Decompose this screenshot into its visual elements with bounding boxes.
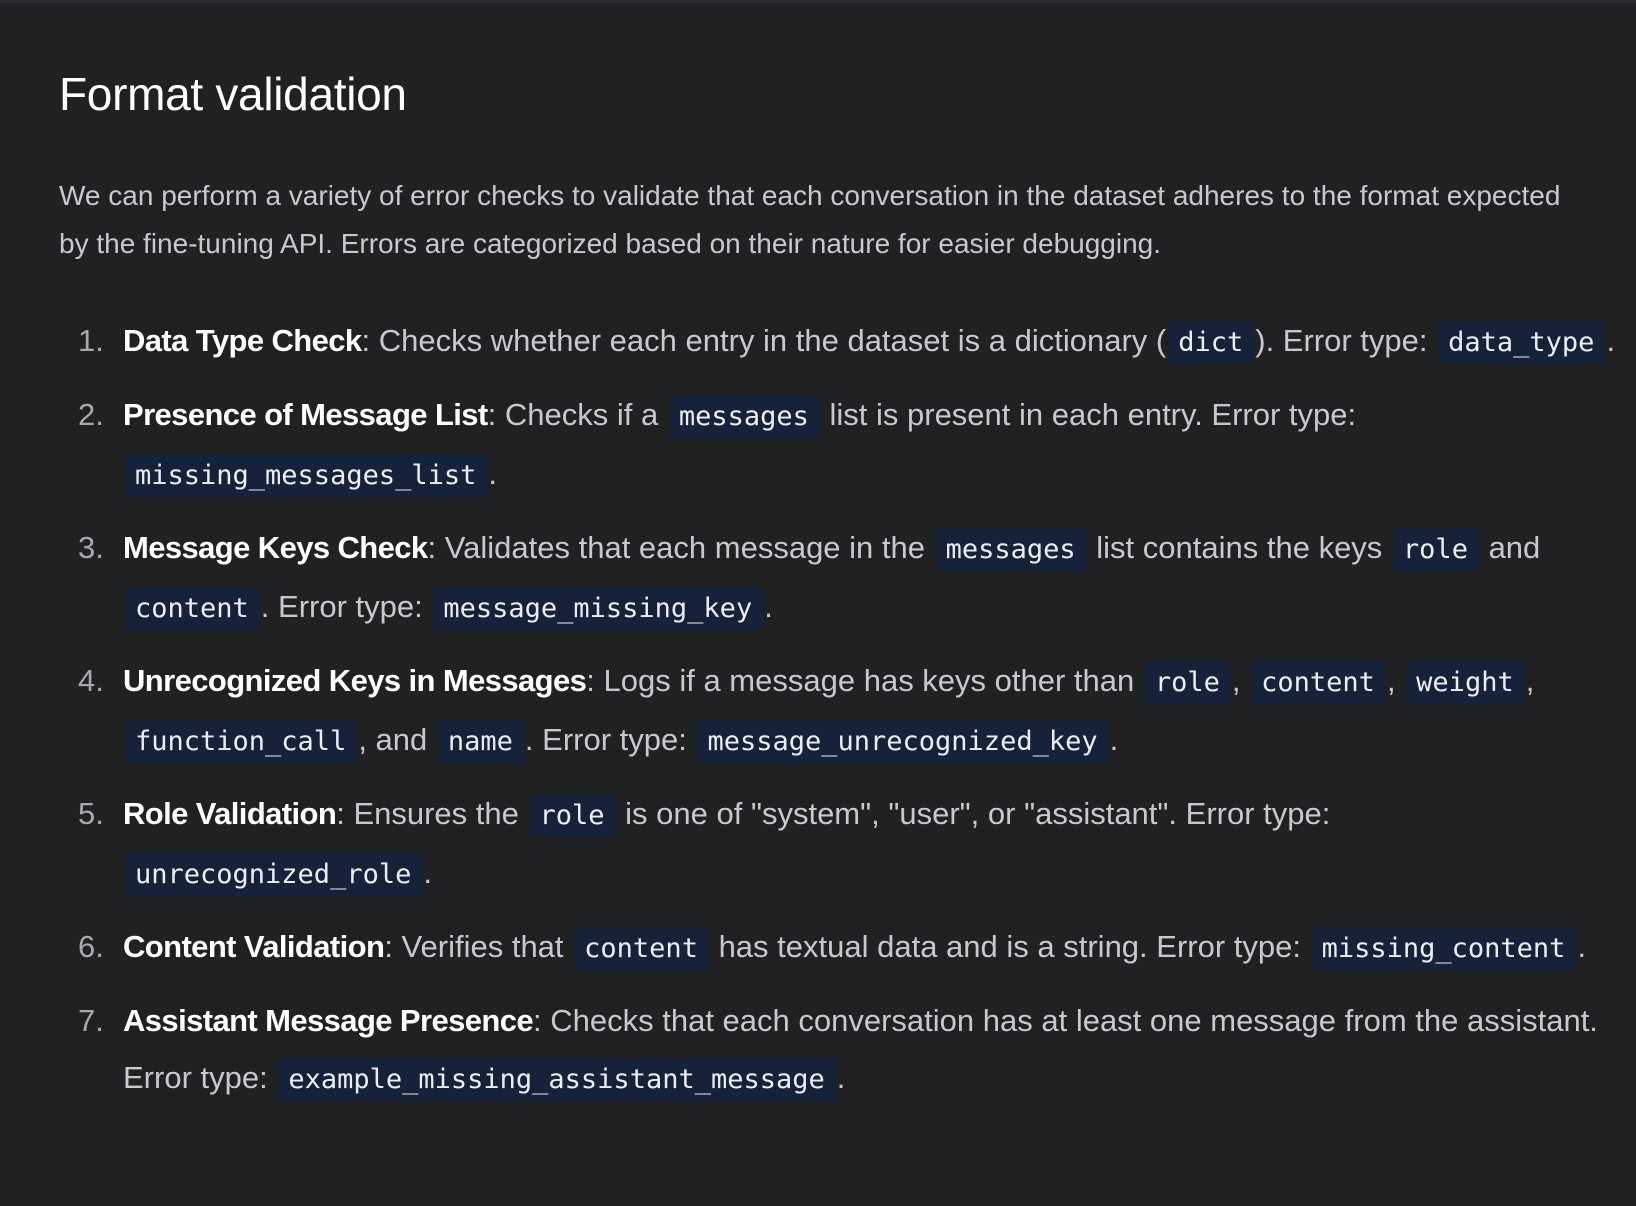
list-number: 4.	[78, 663, 104, 698]
page-title: Format validation	[59, 68, 407, 120]
text: .	[1606, 323, 1616, 358]
check-name: Data Type Check	[123, 323, 362, 358]
list-item: 2. Presence of Message List: Checks if a…	[59, 386, 1623, 504]
list-number: 3.	[78, 530, 104, 565]
list-number: 7.	[78, 1003, 104, 1038]
text: ,	[1231, 663, 1250, 698]
text: .	[1109, 722, 1119, 757]
inline-code: content	[125, 587, 259, 630]
list-number: 5.	[78, 796, 104, 831]
text: : Verifies that	[384, 929, 573, 964]
text: : Validates that each message in the	[427, 530, 934, 565]
inline-code: message_unrecognized_key	[697, 720, 1108, 763]
inline-code: weight	[1406, 661, 1524, 704]
text: ). Error type:	[1255, 323, 1437, 358]
list-item: 7. Assistant Message Presence: Checks th…	[59, 992, 1623, 1108]
inline-code: content	[1251, 661, 1385, 704]
text: . Error type:	[524, 722, 696, 757]
text: ,	[1386, 663, 1405, 698]
text: : Checks whether each entry in the datas…	[361, 323, 1167, 358]
inline-code: content	[574, 927, 708, 970]
text: , and	[358, 722, 436, 757]
text: : Logs if a message has keys other than	[586, 663, 1143, 698]
inline-code: dict	[1168, 321, 1254, 364]
inline-code: missing_messages_list	[125, 454, 487, 497]
text: .	[764, 589, 773, 624]
list-number: 2.	[78, 397, 104, 432]
inline-code: message_missing_key	[433, 587, 763, 630]
text: .	[423, 855, 432, 890]
text: list is present in each entry. Error typ…	[820, 397, 1357, 432]
list-item: 3. Message Keys Check: Validates that ea…	[59, 519, 1623, 637]
intro-paragraph: We can perform a variety of error checks…	[59, 180, 1561, 259]
list-number: 6.	[78, 929, 104, 964]
top-divider	[0, 0, 1636, 3]
inline-code: function_call	[125, 720, 357, 763]
text: has textual data and is a string. Error …	[709, 929, 1310, 964]
article: Format validation We can perform a varie…	[59, 58, 1615, 1123]
inline-code: example_missing_assistant_message	[278, 1058, 835, 1101]
check-name: Message Keys Check	[123, 530, 428, 565]
check-name: Assistant Message Presence	[123, 1003, 534, 1038]
inline-code: data_type	[1438, 321, 1605, 364]
check-name: Role Validation	[123, 796, 337, 831]
inline-code: unrecognized_role	[125, 853, 422, 896]
list-number: 1.	[78, 323, 104, 358]
check-name: Content Validation	[123, 929, 385, 964]
text: . Error type:	[260, 589, 432, 624]
text: is one of "system", "user", or "assistan…	[616, 796, 1331, 831]
inline-code: messages	[935, 528, 1086, 571]
text: : Ensures the	[336, 796, 528, 831]
inline-code: missing_content	[1311, 927, 1576, 970]
list-item: 4. Unrecognized Keys in Messages: Logs i…	[59, 652, 1623, 770]
inline-code: messages	[668, 395, 819, 438]
text: list contains the keys	[1087, 530, 1391, 565]
validation-checks-list: 1. Data Type Check: Checks whether each …	[59, 312, 1615, 1108]
list-item: 5. Role Validation: Ensures the role is …	[59, 785, 1623, 903]
text: .	[1577, 929, 1587, 964]
list-item: 6. Content Validation: Verifies that con…	[59, 918, 1623, 977]
inline-code: name	[437, 720, 523, 763]
list-item: 1. Data Type Check: Checks whether each …	[59, 312, 1623, 371]
check-name: Presence of Message List	[123, 397, 488, 432]
text: .	[836, 1060, 846, 1095]
text: ,	[1525, 663, 1535, 698]
text: : Checks if a	[487, 397, 667, 432]
check-name: Unrecognized Keys in Messages	[123, 663, 587, 698]
inline-code: role	[1392, 528, 1478, 571]
text: .	[488, 456, 497, 491]
inline-code: role	[1144, 661, 1230, 704]
text: and	[1479, 530, 1541, 565]
inline-code: role	[529, 794, 615, 837]
